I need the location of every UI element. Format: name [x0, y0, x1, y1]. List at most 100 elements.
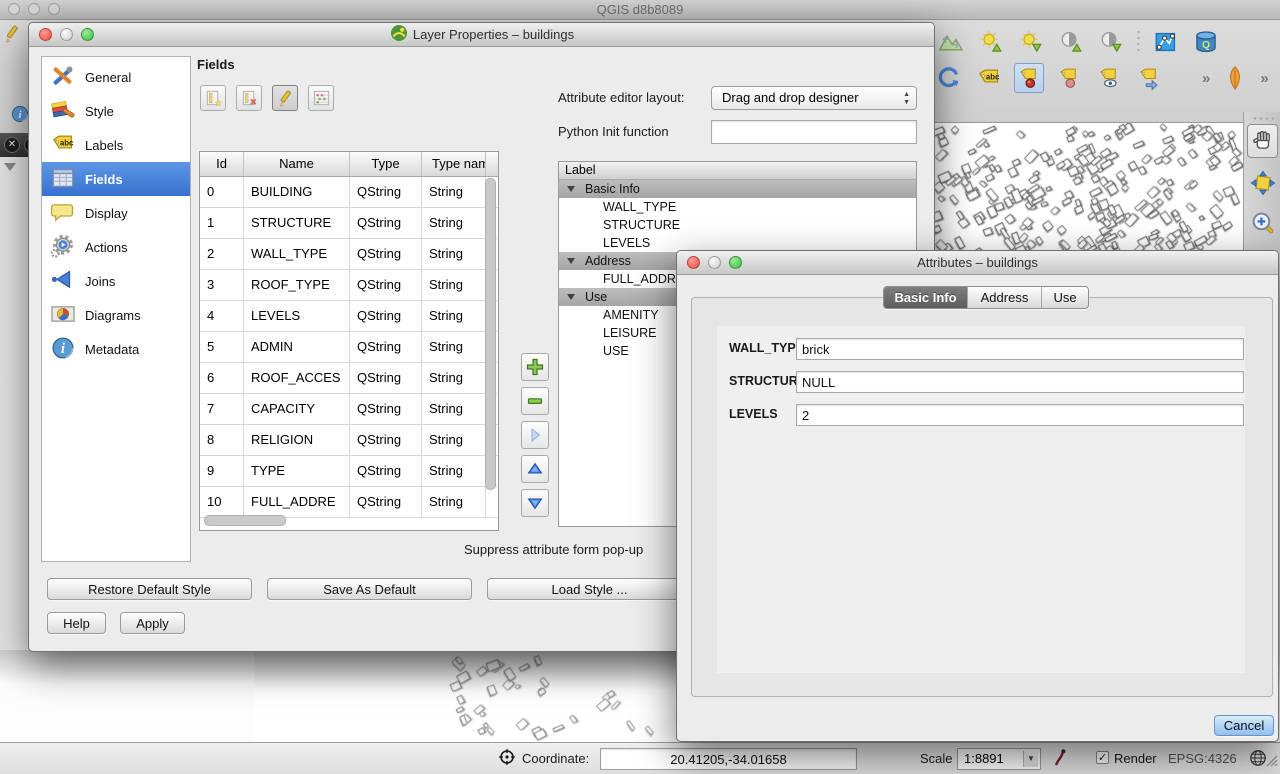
sidebar-item-labels[interactable]: abcLabels [42, 128, 190, 162]
brightness-down-icon[interactable] [1016, 27, 1046, 57]
move-down-button[interactable] [521, 489, 549, 517]
tree-item-basic info[interactable]: Basic Info [559, 180, 916, 198]
contrast-down-icon[interactable] [1096, 27, 1126, 57]
node-tool-icon[interactable] [1151, 27, 1181, 57]
delete-column-button[interactable] [236, 85, 262, 111]
tree-item-structure[interactable]: STRUCTURE [559, 216, 916, 234]
attribute-editor-layout-dropdown[interactable]: Drag and drop designer ▲▼ [711, 86, 917, 110]
chevrons-icon[interactable]: » [1202, 70, 1210, 87]
move-right-button[interactable] [521, 421, 549, 449]
table-row[interactable]: 7CAPACITYQStringString [200, 394, 498, 425]
label-eye-icon[interactable] [1094, 63, 1124, 93]
map-canvas[interactable] [933, 122, 1243, 256]
scale-combo[interactable]: 1:8891 ▼ [957, 748, 1041, 770]
table-row[interactable]: 1STRUCTUREQStringString [200, 208, 498, 239]
column-header-type[interactable]: Type [350, 152, 422, 176]
dock-disclosure-triangle[interactable] [4, 163, 16, 171]
rotate-icon[interactable] [934, 63, 964, 93]
pan-map-button[interactable] [1247, 124, 1278, 158]
sidebar-item-joins[interactable]: Joins [42, 264, 190, 298]
column-header-type-name[interactable]: Type name [422, 152, 486, 176]
column-header-id[interactable]: Id [200, 152, 244, 176]
python-init-input[interactable] [711, 120, 917, 144]
attributes-titlebar[interactable]: Attributes – buildings [677, 251, 1278, 275]
tree-expand-icon[interactable] [567, 294, 575, 300]
field-calculator-button[interactable] [308, 85, 334, 111]
tree-expand-icon[interactable] [567, 186, 575, 192]
tree-item-wall_type[interactable]: WALL_TYPE [559, 198, 916, 216]
zoom-dialog-icon[interactable] [81, 28, 94, 41]
close-window-icon[interactable] [8, 3, 20, 15]
new-column-button[interactable] [200, 85, 226, 111]
help-button[interactable]: Help [47, 612, 106, 634]
field-input-structure[interactable] [796, 371, 1244, 393]
tab-basic-info[interactable]: Basic Info [884, 287, 968, 308]
table-row[interactable]: 2WALL_TYPEQStringString [200, 239, 498, 270]
close-dialog-icon[interactable] [39, 28, 52, 41]
remove-item-button[interactable] [521, 387, 549, 415]
coordinate-label: Coordinate: [522, 751, 589, 766]
restore-default-style-button[interactable]: Restore Default Style [47, 578, 252, 600]
scale-lock-icon[interactable] [1050, 748, 1070, 773]
zoom-dialog-icon[interactable] [729, 256, 742, 269]
add-item-button[interactable] [521, 353, 549, 381]
edit-pencil-icon[interactable] [2, 24, 22, 49]
chevrons-icon[interactable]: » [1260, 70, 1268, 87]
sidebar-item-display[interactable]: Display [42, 196, 190, 230]
sidebar-item-fields[interactable]: Fields [42, 162, 190, 196]
minimize-dialog-icon[interactable] [708, 256, 721, 269]
zoom-in-button[interactable] [1247, 206, 1278, 240]
toolbar-drag-handle[interactable] [1252, 116, 1274, 121]
sidebar-item-style[interactable]: Style [42, 94, 190, 128]
edit-pencil-button[interactable] [272, 85, 298, 111]
brightness-up-icon[interactable] [976, 27, 1006, 57]
render-checkbox[interactable]: ✓ [1096, 751, 1109, 764]
zoom-window-icon[interactable] [48, 3, 60, 15]
label-abc-icon[interactable]: abc [974, 63, 1004, 93]
table-row[interactable]: 0BUILDINGQStringString [200, 177, 498, 208]
move-up-button[interactable] [521, 455, 549, 483]
sidebar-item-actions[interactable]: Actions [42, 230, 190, 264]
load-style-button[interactable]: Load Style ... [487, 578, 692, 600]
label-pin-icon[interactable] [1054, 63, 1084, 93]
label-move-icon[interactable] [1134, 63, 1164, 93]
resize-grip[interactable] [1264, 753, 1278, 767]
table-row[interactable]: 8RELIGIONQStringString [200, 425, 498, 456]
sidebar-item-metadata[interactable]: iMetadata [42, 332, 190, 366]
horizontal-scrollbar[interactable] [204, 515, 286, 526]
apply-button[interactable]: Apply [120, 612, 185, 634]
field-input-levels[interactable] [796, 404, 1244, 426]
table-row[interactable]: 5ADMINQStringString [200, 332, 498, 363]
main-window-controls[interactable] [8, 3, 60, 15]
contrast-up-icon[interactable] [1056, 27, 1086, 57]
minimize-window-icon[interactable] [28, 3, 40, 15]
tab-address[interactable]: Address [968, 287, 1042, 308]
table-row[interactable]: 10FULL_ADDREQStringString [200, 487, 498, 518]
sidebar-item-general[interactable]: General [42, 60, 190, 94]
elevation-icon[interactable] [936, 27, 966, 57]
tree-expand-icon[interactable] [567, 258, 575, 264]
vertical-scrollbar[interactable] [485, 178, 496, 490]
field-input-wall_type[interactable] [796, 338, 1244, 360]
table-row[interactable]: 6ROOF_ACCESQStringString [200, 363, 498, 394]
dock-close-icon[interactable]: ✕ [4, 137, 20, 153]
minimize-dialog-icon[interactable] [60, 28, 73, 41]
feather-icon[interactable] [1220, 63, 1250, 93]
table-row[interactable]: 9TYPEQStringString [200, 456, 498, 487]
info-icon[interactable]: i [10, 104, 30, 129]
column-header-name[interactable]: Name [244, 152, 350, 176]
close-dialog-icon[interactable] [687, 256, 700, 269]
database-icon[interactable]: Q [1191, 27, 1221, 57]
save-as-default-button[interactable]: Save As Default [267, 578, 472, 600]
table-row[interactable]: 4LEVELSQStringString [200, 301, 498, 332]
cancel-button[interactable]: Cancel [1214, 715, 1274, 736]
sidebar-item-diagrams[interactable]: Diagrams [42, 298, 190, 332]
tab-use[interactable]: Use [1042, 287, 1088, 308]
coordinate-input[interactable] [600, 748, 857, 770]
coordinate-tracker-icon[interactable] [497, 747, 517, 772]
table-row[interactable]: 3ROOF_TYPEQStringString [200, 270, 498, 301]
svg-text:i: i [61, 341, 65, 357]
layer-properties-titlebar[interactable]: Layer Properties – buildings [29, 23, 934, 47]
pan-to-selection-button[interactable] [1247, 166, 1278, 200]
label-pin-red-icon[interactable] [1014, 63, 1044, 93]
